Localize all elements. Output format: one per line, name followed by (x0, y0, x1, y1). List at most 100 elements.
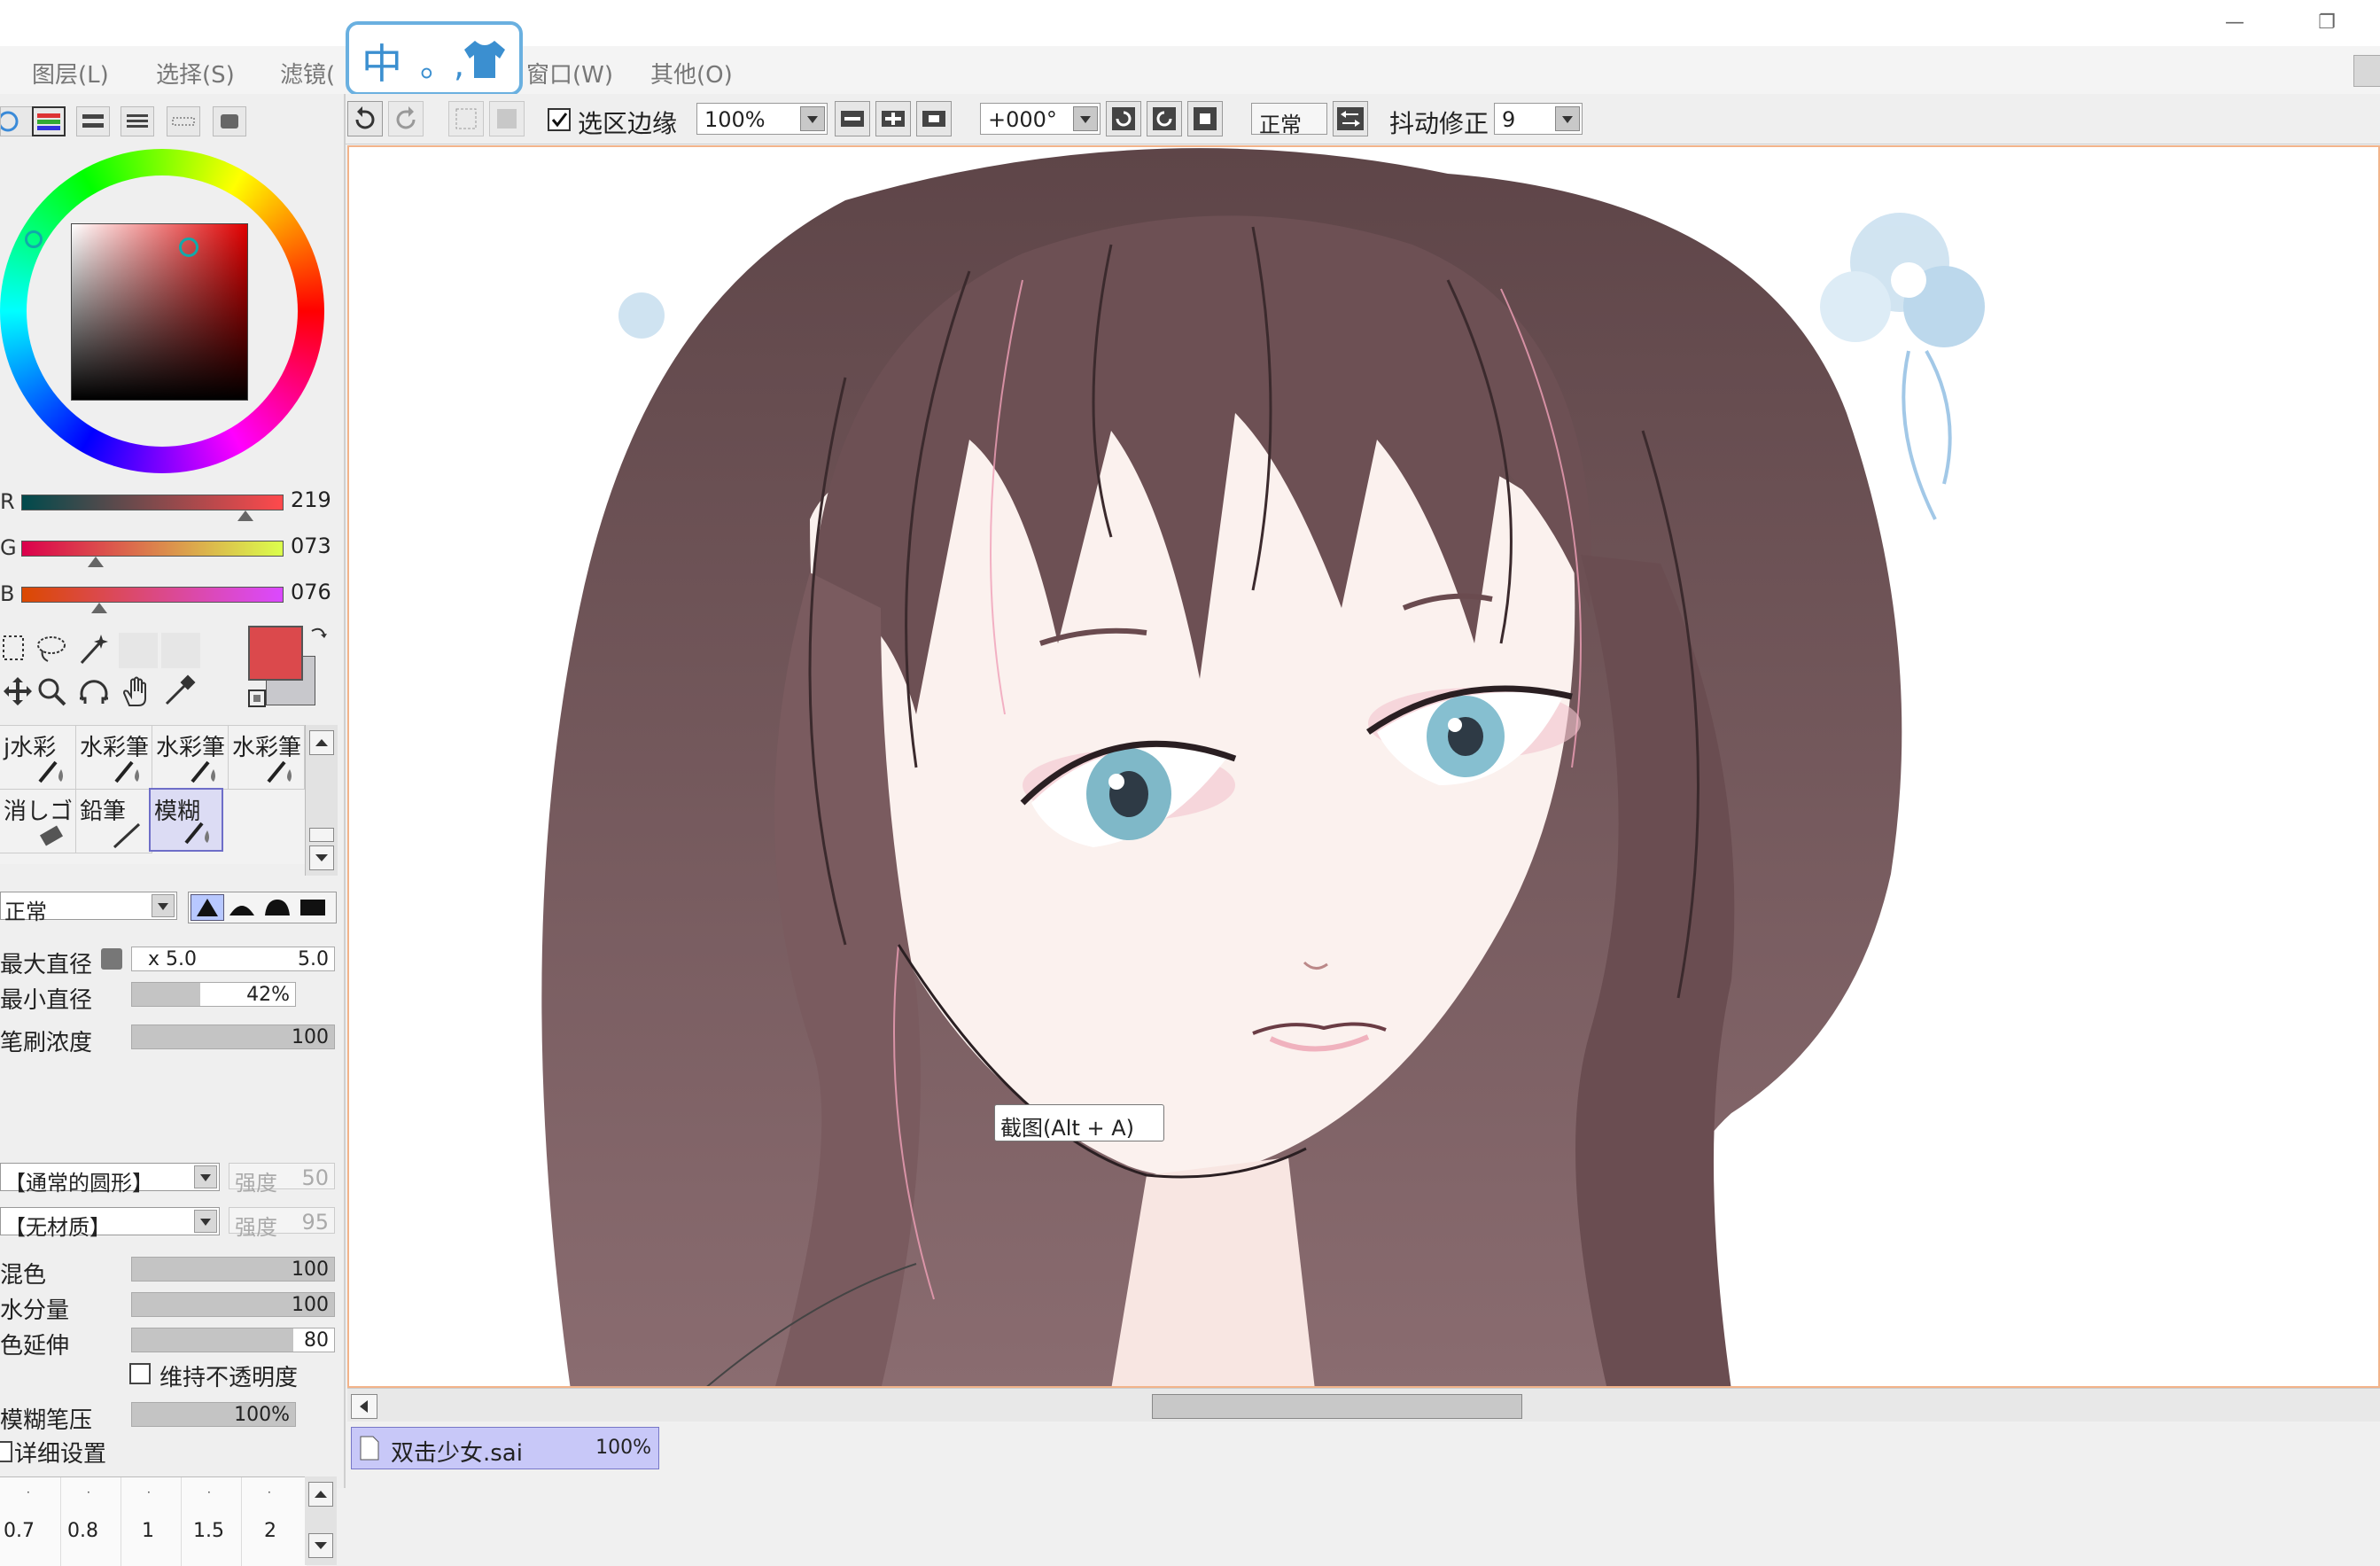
scroll-down-icon[interactable] (309, 845, 334, 870)
menu-window[interactable]: 窗口(W) (526, 57, 613, 90)
hsv-slider-tab[interactable] (76, 106, 110, 136)
zoom-select[interactable]: 100% (696, 103, 828, 135)
menu-select[interactable]: 选择(S) (156, 57, 235, 90)
blue-track[interactable] (21, 587, 284, 603)
horizontal-scroll-thumb[interactable] (1152, 1394, 1522, 1419)
sv-marker[interactable] (179, 238, 198, 257)
undo-icon[interactable] (347, 101, 383, 136)
tip-soft-icon[interactable] (226, 894, 258, 919)
chevron-down-icon[interactable] (1555, 106, 1580, 131)
horizontal-scrollbar[interactable] (347, 1388, 2380, 1422)
color-wheel-tab[interactable] (0, 106, 34, 136)
brush-grid-scrollbar[interactable] (305, 725, 338, 876)
scratchpad-tab[interactable] (213, 106, 246, 136)
green-track[interactable] (21, 541, 284, 557)
keep-opacity-checkbox[interactable] (129, 1363, 151, 1384)
brush-slot[interactable]: 水彩筆 (76, 726, 152, 790)
water-slider[interactable]: 100 (131, 1292, 335, 1317)
swatches-tab[interactable] (167, 106, 200, 136)
menu-other[interactable]: 其他(O) (650, 57, 733, 90)
brush-shape-select[interactable]: 【通常的圆形】 (0, 1163, 220, 1196)
blur-slot-selected[interactable]: 模糊 (149, 788, 223, 852)
size-preset[interactable]: · 0.8 (60, 1477, 121, 1566)
ime-indicator[interactable]: 中 。, (346, 21, 523, 96)
redo-icon[interactable] (388, 101, 424, 136)
ime-punctuation[interactable]: 。, (420, 37, 464, 86)
mix-slider[interactable]: 100 (131, 1257, 335, 1282)
rect-select-icon[interactable] (0, 631, 35, 666)
green-slider[interactable]: G 073 (0, 532, 344, 569)
zoom-icon[interactable] (34, 674, 69, 709)
brush-slot[interactable]: j水彩 (0, 726, 76, 790)
scroll-down-icon[interactable] (308, 1533, 333, 1558)
chevron-down-icon[interactable] (152, 894, 175, 917)
hue-marker[interactable] (25, 230, 43, 248)
tip-sharp-icon[interactable] (191, 894, 224, 921)
eraser-slot[interactable]: 消しゴ (0, 790, 76, 853)
scroll-up-icon[interactable] (309, 730, 334, 755)
swap-colors-icon[interactable] (308, 624, 330, 645)
blur-pressure-slider[interactable]: 100% (131, 1402, 296, 1427)
stretch-slider[interactable]: 80 (131, 1328, 335, 1352)
red-track[interactable] (21, 495, 284, 510)
saturation-value-square[interactable] (71, 223, 248, 401)
chevron-down-icon[interactable] (1073, 106, 1098, 131)
blue-thumb[interactable] (90, 603, 107, 613)
density-slider[interactable]: 100 (131, 1025, 335, 1049)
rotate-reset-icon[interactable] (1187, 101, 1223, 136)
menu-filter[interactable]: 滤镜( (280, 57, 335, 90)
size-preset[interactable]: · 2 (241, 1477, 301, 1566)
rotation-select[interactable]: +000° (980, 103, 1101, 135)
brush-slot[interactable]: 水彩筆 (152, 726, 229, 790)
chevron-down-icon[interactable] (194, 1165, 217, 1188)
transparent-color-icon[interactable] (246, 688, 268, 709)
brush-slot[interactable]: 水彩筆 (229, 726, 305, 790)
max-diameter-field[interactable]: x 5.0 5.0 (131, 947, 335, 971)
red-slider[interactable]: R 219 (0, 486, 344, 523)
lasso-icon[interactable] (34, 631, 69, 666)
tip-round-icon[interactable] (261, 894, 293, 919)
blend-mode-select[interactable]: 正常 (0, 892, 177, 924)
scroll-left-icon[interactable] (351, 1394, 377, 1419)
primary-color-swatch[interactable] (248, 626, 303, 681)
magic-wand-icon[interactable] (76, 631, 112, 666)
size-preset[interactable]: · 0.7 (0, 1477, 61, 1566)
rotate-icon[interactable] (76, 674, 112, 709)
rotate-cw-icon[interactable] (1147, 101, 1182, 136)
max-diameter-multiplier[interactable]: x 5.0 (148, 947, 197, 972)
menu-layer[interactable]: 图层(L) (32, 57, 109, 90)
blue-slider[interactable]: B 076 (0, 578, 344, 615)
color-bar-tab[interactable] (121, 106, 154, 136)
panel-collapse-button[interactable] (2353, 55, 2380, 87)
min-diameter-slider[interactable]: 42% (131, 982, 296, 1007)
chevron-down-icon[interactable] (194, 1210, 217, 1233)
scroll-thumb[interactable] (309, 828, 334, 842)
size-preset-scrollbar[interactable] (305, 1476, 337, 1565)
rotate-ccw-icon[interactable] (1106, 101, 1141, 136)
pressure-toggle-icon[interactable] (101, 948, 122, 970)
stabilizer-select[interactable]: 9 (1494, 103, 1583, 135)
drawing-canvas[interactable]: 截图(Alt + A) (347, 145, 2380, 1388)
deselect-icon[interactable] (448, 101, 484, 136)
detail-settings-checkbox[interactable] (0, 1441, 12, 1462)
green-thumb[interactable] (88, 557, 105, 567)
flip-horizontal-icon[interactable] (1333, 101, 1368, 136)
invert-selection-icon[interactable] (489, 101, 525, 136)
view-mode-button[interactable]: 正常 (1251, 103, 1327, 137)
red-thumb[interactable] (237, 510, 253, 521)
selection-edge-checkbox[interactable] (548, 108, 571, 131)
pencil-slot[interactable]: 鉛筆 (76, 790, 152, 853)
move-icon[interactable] (0, 674, 35, 709)
rgb-slider-tab[interactable] (32, 106, 66, 136)
size-preset[interactable]: · 1 (121, 1477, 182, 1566)
zoom-out-icon[interactable] (835, 101, 870, 136)
tip-flat-icon[interactable] (297, 894, 329, 919)
chevron-down-icon[interactable] (800, 106, 825, 131)
zoom-in-icon[interactable] (875, 101, 911, 136)
ime-mode[interactable]: 中 (362, 32, 402, 90)
scroll-up-icon[interactable] (308, 1482, 333, 1507)
hand-icon[interactable] (119, 674, 154, 709)
minimize-icon[interactable]: — (2215, 7, 2254, 39)
texture-select[interactable]: 【无材质】 (0, 1207, 220, 1240)
zoom-reset-icon[interactable] (916, 101, 952, 136)
